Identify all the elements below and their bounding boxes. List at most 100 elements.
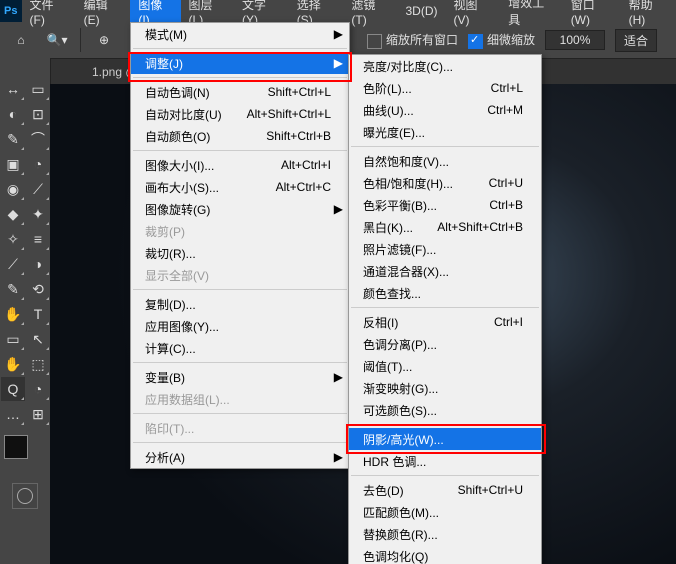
menu-视图(V)[interactable]: 视图(V) bbox=[445, 0, 500, 22]
submenu-arrow-icon: ▶ bbox=[334, 202, 343, 216]
menu-item-曝光度(E)...[interactable]: 曝光度(E)... bbox=[349, 121, 541, 143]
zoom-in-icon[interactable]: ⊕ bbox=[91, 27, 117, 53]
tool-9[interactable]: ⟋ bbox=[26, 177, 50, 201]
submenu-arrow-icon: ▶ bbox=[334, 450, 343, 464]
menu-图层(L)[interactable]: 图层(L) bbox=[181, 0, 234, 22]
menu-item-自动色调(N)[interactable]: 自动色调(N)Shift+Ctrl+L bbox=[131, 81, 349, 103]
menu-item-颜色查找...[interactable]: 颜色查找... bbox=[349, 282, 541, 304]
tool-13[interactable]: ≡ bbox=[26, 227, 50, 251]
menu-item-亮度/对比度(C)...[interactable]: 亮度/对比度(C)... bbox=[349, 55, 541, 77]
menu-item-应用数据组(L)...: 应用数据组(L)... bbox=[131, 388, 349, 410]
menu-文字(Y)[interactable]: 文字(Y) bbox=[234, 0, 289, 22]
menu-item-色彩平衡(B)...[interactable]: 色彩平衡(B)...Ctrl+B bbox=[349, 194, 541, 216]
scrubby-zoom-checkbox[interactable]: 细微缩放 bbox=[468, 31, 535, 48]
menu-item-陷印(T)...: 陷印(T)... bbox=[131, 417, 349, 439]
submenu-arrow-icon: ▶ bbox=[334, 370, 343, 384]
tool-27[interactable]: ⊞ bbox=[26, 402, 50, 426]
menu-图像(I)[interactable]: 图像(I) bbox=[130, 0, 180, 22]
tool-12[interactable]: ✧ bbox=[1, 227, 25, 251]
home-icon[interactable]: ⌂ bbox=[8, 27, 34, 53]
menu-item-复制(D)...[interactable]: 复制(D)... bbox=[131, 293, 349, 315]
menu-item-色相/饱和度(H)...[interactable]: 色相/饱和度(H)...Ctrl+U bbox=[349, 172, 541, 194]
menu-item-可选颜色(S)...[interactable]: 可选颜色(S)... bbox=[349, 399, 541, 421]
tool-25[interactable]: ◔ bbox=[26, 377, 50, 401]
tool-8[interactable]: ◉ bbox=[1, 177, 25, 201]
tool-22[interactable]: ✋ bbox=[1, 352, 25, 376]
tool-2[interactable]: ◐ bbox=[1, 102, 25, 126]
tool-23[interactable]: ⬚ bbox=[26, 352, 50, 376]
menu-item-裁剪(P): 裁剪(P) bbox=[131, 220, 349, 242]
tool-0[interactable]: ↔ bbox=[1, 77, 25, 101]
foreground-swatch[interactable] bbox=[4, 435, 28, 459]
menu-item-渐变映射(G)...[interactable]: 渐变映射(G)... bbox=[349, 377, 541, 399]
tool-10[interactable]: ◆ bbox=[1, 202, 25, 226]
zoom-level-field[interactable]: 100% bbox=[545, 30, 605, 50]
tool-17[interactable]: ⟲ bbox=[26, 277, 50, 301]
menu-item-阈值(T)...[interactable]: 阈值(T)... bbox=[349, 355, 541, 377]
tool-16[interactable]: ✎ bbox=[1, 277, 25, 301]
menu-item-调整(J)[interactable]: 调整(J)▶ bbox=[131, 52, 349, 74]
menu-帮助(H)[interactable]: 帮助(H) bbox=[621, 0, 676, 22]
menu-选择(S)[interactable]: 选择(S) bbox=[289, 0, 344, 22]
menu-item-黑白(K)...[interactable]: 黑白(K)...Alt+Shift+Ctrl+B bbox=[349, 216, 541, 238]
app-logo: Ps bbox=[0, 0, 22, 22]
menu-item-计算(C)...[interactable]: 计算(C)... bbox=[131, 337, 349, 359]
menu-item-显示全部(V): 显示全部(V) bbox=[131, 264, 349, 286]
tool-20[interactable]: ▭ bbox=[1, 327, 25, 351]
menu-滤镜(T)[interactable]: 滤镜(T) bbox=[343, 0, 397, 22]
menu-3D(D)[interactable]: 3D(D) bbox=[397, 0, 445, 22]
menu-item-模式(M)[interactable]: 模式(M)▶ bbox=[131, 23, 349, 45]
tool-14[interactable]: ⟋ bbox=[1, 252, 25, 276]
menu-item-分析(A)[interactable]: 分析(A)▶ bbox=[131, 446, 349, 468]
tool-4[interactable]: ✎ bbox=[1, 127, 25, 151]
menu-item-替换颜色(R)...[interactable]: 替换颜色(R)... bbox=[349, 523, 541, 545]
menu-item-HDR 色调...[interactable]: HDR 色调... bbox=[349, 450, 541, 472]
menu-窗口(W)[interactable]: 窗口(W) bbox=[563, 0, 621, 22]
tool-1[interactable]: ▭ bbox=[26, 77, 50, 101]
menu-item-曲线(U)...[interactable]: 曲线(U)...Ctrl+M bbox=[349, 99, 541, 121]
adjustments-submenu: 亮度/对比度(C)...色阶(L)...Ctrl+L曲线(U)...Ctrl+M… bbox=[348, 54, 542, 564]
submenu-arrow-icon: ▶ bbox=[334, 27, 343, 41]
menu-item-去色(D)[interactable]: 去色(D)Shift+Ctrl+U bbox=[349, 479, 541, 501]
tool-26[interactable]: … bbox=[1, 402, 25, 426]
menu-item-反相(I)[interactable]: 反相(I)Ctrl+I bbox=[349, 311, 541, 333]
menu-编辑(E)[interactable]: 编辑(E) bbox=[76, 0, 131, 22]
tool-21[interactable]: ↖ bbox=[26, 327, 50, 351]
menu-item-画布大小(S)...[interactable]: 画布大小(S)...Alt+Ctrl+C bbox=[131, 176, 349, 198]
zoom-all-windows-checkbox[interactable]: 缩放所有窗口 bbox=[367, 31, 458, 48]
color-swatches[interactable] bbox=[4, 435, 44, 475]
fit-screen-button[interactable]: 适合 bbox=[615, 29, 657, 52]
menu-item-阴影/高光(W)...[interactable]: 阴影/高光(W)... bbox=[349, 428, 541, 450]
menu-item-变量(B)[interactable]: 变量(B)▶ bbox=[131, 366, 349, 388]
quick-mask-button[interactable] bbox=[12, 483, 38, 509]
menu-item-色调均化(Q)[interactable]: 色调均化(Q) bbox=[349, 545, 541, 564]
tool-7[interactable]: ◔ bbox=[26, 152, 50, 176]
tool-panel: » ↔▭◐⊡✎⌒▣◔◉⟋◆✦✧≡⟋◑✎⟲✋T▭↖✋⬚Q◔…⊞ bbox=[0, 58, 51, 564]
tool-5[interactable]: ⌒ bbox=[26, 127, 50, 151]
menu-item-通道混合器(X)...[interactable]: 通道混合器(X)... bbox=[349, 260, 541, 282]
menu-item-自然饱和度(V)...[interactable]: 自然饱和度(V)... bbox=[349, 150, 541, 172]
menubar: Ps 文件(F)编辑(E)图像(I)图层(L)文字(Y)选择(S)滤镜(T)3D… bbox=[0, 0, 676, 22]
menu-item-自动颜色(O)[interactable]: 自动颜色(O)Shift+Ctrl+B bbox=[131, 125, 349, 147]
menu-item-色阶(L)...[interactable]: 色阶(L)...Ctrl+L bbox=[349, 77, 541, 99]
tool-11[interactable]: ✦ bbox=[26, 202, 50, 226]
menu-item-应用图像(Y)...[interactable]: 应用图像(Y)... bbox=[131, 315, 349, 337]
zoom-tool-icon[interactable]: 🔍▾ bbox=[44, 27, 70, 53]
tool-15[interactable]: ◑ bbox=[26, 252, 50, 276]
tool-18[interactable]: ✋ bbox=[1, 302, 25, 326]
tool-19[interactable]: T bbox=[26, 302, 50, 326]
submenu-arrow-icon: ▶ bbox=[334, 56, 343, 70]
image-menu-dropdown: 模式(M)▶ 调整(J)▶ 自动色调(N)Shift+Ctrl+L自动对比度(U)A… bbox=[130, 22, 350, 469]
tool-24[interactable]: Q bbox=[1, 377, 25, 401]
menu-item-自动对比度(U)[interactable]: 自动对比度(U)Alt+Shift+Ctrl+L bbox=[131, 103, 349, 125]
menu-增效工具[interactable]: 增效工具 bbox=[500, 0, 562, 22]
menu-item-图像大小(I)...[interactable]: 图像大小(I)...Alt+Ctrl+I bbox=[131, 154, 349, 176]
menu-item-色调分离(P)...[interactable]: 色调分离(P)... bbox=[349, 333, 541, 355]
tool-6[interactable]: ▣ bbox=[1, 152, 25, 176]
menu-item-图像旋转(G)[interactable]: 图像旋转(G)▶ bbox=[131, 198, 349, 220]
menu-item-照片滤镜(F)...[interactable]: 照片滤镜(F)... bbox=[349, 238, 541, 260]
menu-item-匹配颜色(M)...[interactable]: 匹配颜色(M)... bbox=[349, 501, 541, 523]
tool-3[interactable]: ⊡ bbox=[26, 102, 50, 126]
menu-item-裁切(R)...[interactable]: 裁切(R)... bbox=[131, 242, 349, 264]
menu-文件(F)[interactable]: 文件(F) bbox=[22, 0, 76, 22]
